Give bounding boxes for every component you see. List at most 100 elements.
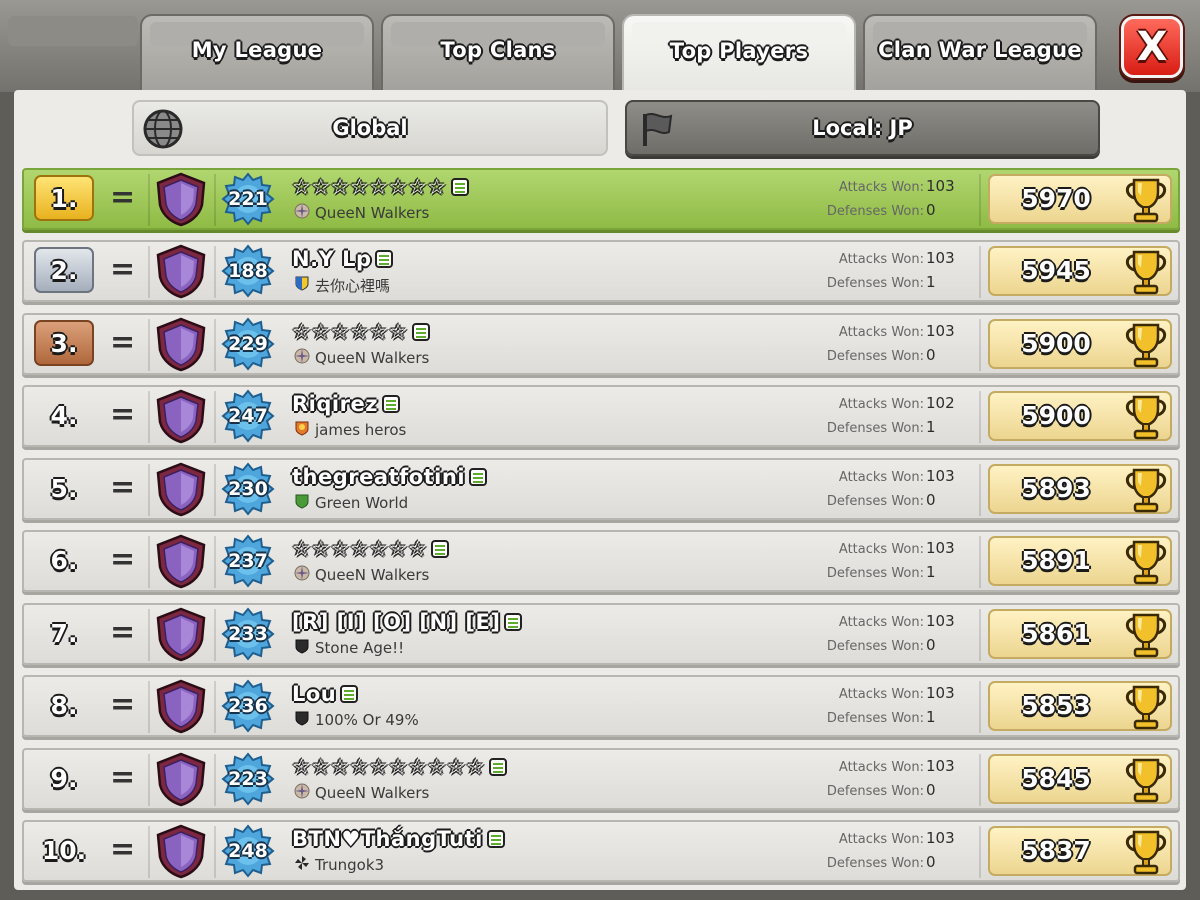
column-divider (214, 246, 216, 298)
rank-change-indicator: = (110, 832, 136, 867)
clan-info[interactable]: Stone Age!! (294, 638, 404, 658)
attacks-won-value: 103 (926, 467, 955, 485)
experience-level: 229 (228, 333, 268, 355)
legend-league-icon (156, 244, 206, 299)
clan-info[interactable]: QueeN Walkers (294, 203, 429, 223)
player-name[interactable]: ☆☆☆☆☆☆☆☆☆☆ (292, 755, 485, 779)
profile-info-icon[interactable] (431, 540, 450, 558)
column-divider (214, 681, 216, 733)
player-name[interactable]: [R] [I] [O] [N] [E] (292, 610, 500, 634)
column-divider (148, 681, 150, 733)
column-divider (979, 754, 981, 806)
column-divider (979, 681, 981, 733)
close-button[interactable]: X (1121, 16, 1183, 78)
attacks-won-value: 103 (926, 684, 955, 702)
clan-info[interactable]: QueeN Walkers (294, 348, 429, 368)
profile-info-icon[interactable] (486, 830, 505, 848)
defenses-won-value: 1 (926, 563, 936, 581)
trophy-icon (1125, 758, 1167, 803)
profile-info-icon[interactable] (504, 613, 523, 631)
attacks-won: Attacks Won: 103 (774, 466, 955, 485)
trophy-count: 5891 (1021, 546, 1091, 575)
clan-name: Trungok3 (315, 856, 385, 874)
tab-top-clans[interactable]: Top Clans (381, 14, 615, 92)
profile-info-icon[interactable] (469, 468, 488, 486)
battle-stats: Attacks Won: 103 Defenses Won: 1 (784, 536, 955, 586)
player-name[interactable]: Lou (292, 682, 336, 706)
rank-change-indicator: = (110, 760, 136, 795)
clan-info[interactable]: james heros (294, 420, 406, 440)
experience-level: 188 (228, 260, 268, 282)
column-divider (214, 754, 216, 806)
attacks-won-label: Attacks Won: (838, 470, 924, 485)
clan-info[interactable]: 去你心裡嗎 (294, 275, 390, 295)
player-row[interactable]: 9. = 223 ☆☆☆☆☆☆☆☆☆☆ QueeN Walkers Attacks Won… (22, 748, 1180, 810)
player-row[interactable]: 3. = 229 ☆☆☆☆☆☆ QueeN Walkers Attacks Won: 103… (22, 313, 1180, 375)
legend-league-icon (156, 679, 206, 734)
player-name[interactable]: thegreatfotini (292, 465, 465, 489)
battle-stats: Attacks Won: 103 Defenses Won: 0 (784, 174, 955, 224)
trophy-count: 5900 (1021, 329, 1091, 358)
column-divider (214, 174, 216, 226)
clan-info[interactable]: QueeN Walkers (294, 565, 429, 585)
trophy-count: 5845 (1021, 764, 1091, 793)
clan-name: james heros (315, 421, 407, 439)
flag-icon (643, 113, 673, 146)
local-filter-button[interactable]: Local: JP (625, 100, 1100, 156)
player-name-group: Lou (292, 680, 359, 708)
player-row[interactable]: 7. = 233 [R] [I] [O] [N] [E] Stone Age!! Atta… (22, 603, 1180, 665)
clan-info[interactable]: 100% Or 49% (294, 710, 419, 730)
player-name[interactable]: Riqirez (292, 392, 378, 416)
player-name[interactable]: ☆☆☆☆☆☆ (292, 320, 408, 344)
player-name-group: ☆☆☆☆☆☆☆ (292, 535, 450, 563)
trophy-icon (1125, 178, 1167, 223)
player-name[interactable]: ☆☆☆☆☆☆☆ (292, 537, 427, 561)
profile-info-icon[interactable] (411, 323, 430, 341)
player-row[interactable]: 2. = 188 N.Y Lp 去你心裡嗎 Attacks Won: 103 Defenses… (22, 240, 1180, 302)
defenses-won-value: 1 (926, 418, 936, 436)
player-row[interactable]: 10. = 248 BTN♥ThắngTuti Trungok3 Attacks Won:… (22, 820, 1180, 882)
globe-icon (143, 109, 183, 149)
profile-info-icon[interactable] (381, 395, 400, 413)
defenses-won-label: Defenses Won: (826, 421, 924, 436)
defenses-won-value: 0 (926, 201, 936, 219)
experience-level: 223 (228, 768, 268, 790)
player-name[interactable]: BTN♥ThắngTuti (292, 827, 483, 851)
clan-info[interactable]: QueeN Walkers (294, 783, 429, 803)
trophy-icon (1125, 468, 1167, 513)
player-row[interactable]: 5. = 230 thegreatfotini Green World Attacks W… (22, 458, 1180, 520)
profile-info-icon[interactable] (340, 685, 359, 703)
trophy-count: 5861 (1021, 619, 1091, 648)
player-row[interactable]: 4. = 247 Riqirez james heros Attacks Won: 102 D… (22, 385, 1180, 447)
player-row[interactable]: 8. = 236 Lou 100% Or 49% Attacks Won: 103 Defen… (22, 675, 1180, 737)
player-name-group: ☆☆☆☆☆☆ (292, 318, 430, 346)
tab-bar-groove (8, 16, 138, 46)
tab-top-players[interactable]: Top Players (622, 14, 856, 94)
experience-level: 221 (228, 188, 268, 210)
player-name[interactable]: N.Y Lp (292, 247, 371, 271)
clan-name: 去你心裡嗎 (315, 276, 391, 295)
experience-level: 237 (228, 550, 268, 572)
global-filter-button[interactable]: Global (132, 100, 608, 156)
clan-info[interactable]: Green World (294, 493, 408, 513)
clan-name: QueeN Walkers (315, 566, 430, 584)
rank-badge: 2. (34, 247, 94, 293)
profile-info-icon[interactable] (450, 178, 469, 196)
defenses-won: Defenses Won: 1 (774, 417, 954, 436)
clan-badge-icon (294, 710, 310, 730)
defenses-won-label: Defenses Won: (826, 349, 924, 364)
tab-clan-war-league[interactable]: Clan War League (863, 14, 1097, 92)
clan-info[interactable]: Trungok3 (294, 855, 384, 875)
defenses-won: Defenses Won: 1 (774, 707, 954, 726)
tab-my-league[interactable]: My League (140, 14, 374, 92)
trophy-icon (1125, 540, 1167, 585)
profile-info-icon[interactable] (375, 250, 394, 268)
rank-number: 4. (50, 400, 78, 430)
column-divider (148, 536, 150, 588)
player-name[interactable]: ☆☆☆☆☆☆☆☆ (292, 175, 447, 199)
player-row[interactable]: 1. = 221 ☆☆☆☆☆☆☆☆ QueeN Walkers Attacks Won: 1… (22, 168, 1180, 230)
profile-info-icon[interactable] (489, 758, 508, 776)
battle-stats: Attacks Won: 103 Defenses Won: 1 (784, 246, 955, 296)
attacks-won: Attacks Won: 103 (774, 828, 955, 847)
player-row[interactable]: 6. = 237 ☆☆☆☆☆☆☆ QueeN Walkers Attacks Won: 10… (22, 530, 1180, 592)
